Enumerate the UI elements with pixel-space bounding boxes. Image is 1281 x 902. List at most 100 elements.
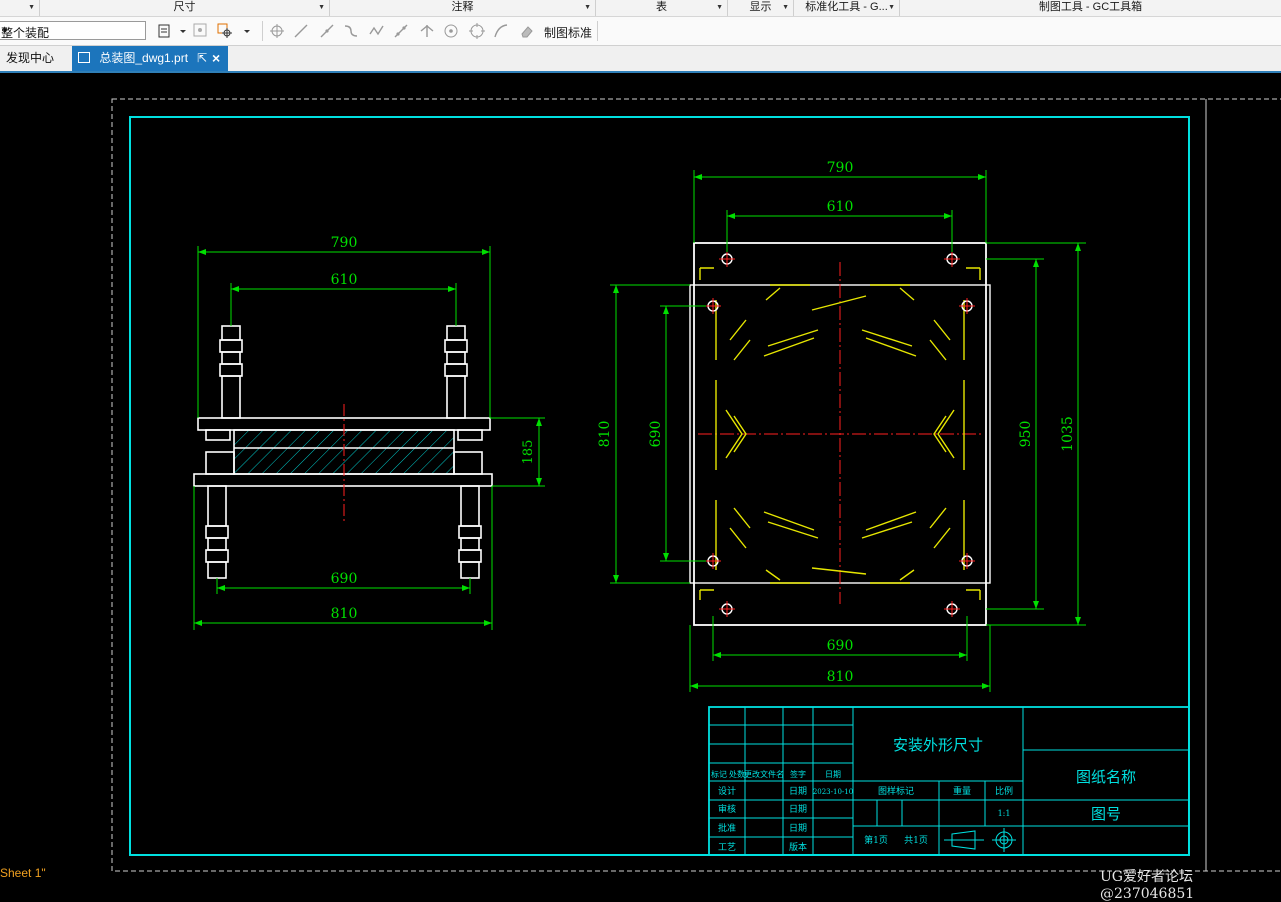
ribbon-group-annotation[interactable]: 注释 ▼ <box>330 0 596 16</box>
plan-view <box>689 242 991 626</box>
plan-dim-right-inner: 950 <box>1018 421 1034 448</box>
chevron-down-icon: ▼ <box>716 4 723 11</box>
plan-dim-left-outer: 810 <box>597 421 613 448</box>
stage-mark-label: 图样标记 <box>878 785 914 797</box>
ribbon-group-std-tools[interactable]: 标准化工具 - G... ▼ <box>794 0 900 16</box>
row-role: 批准 <box>718 822 736 834</box>
ribbon-group-label: 表 <box>656 1 667 13</box>
midpoint-snap-icon[interactable] <box>318 22 336 40</box>
chevron-down-icon[interactable] <box>174 22 186 40</box>
header-count: 处数 <box>729 769 745 779</box>
ribbon-group-label: 注释 <box>451 1 474 13</box>
part-file-icon <box>78 52 90 63</box>
plan-view-dimensions <box>610 170 1086 692</box>
upper-bolt-right <box>444 325 468 419</box>
ribbon-group-label: 显示 <box>749 1 772 13</box>
lower-bolt-left <box>205 485 229 579</box>
chevron-down-icon: ▼ <box>888 4 895 11</box>
plan-dim-top-outer: 790 <box>827 160 854 176</box>
projection-symbol <box>944 828 1016 852</box>
tab-label: 发现中心 <box>6 51 55 65</box>
plan-dim-right-outer: 1035 <box>1060 416 1076 452</box>
drawing-sheet: 790 610 185 690 810 790 610 810 690 950 … <box>111 98 1281 872</box>
row-date-label: 日期 <box>789 823 807 834</box>
row-date-label: 版本 <box>789 841 807 853</box>
title-block-headers: 标记 处数 更改文件名 签字 日期 <box>711 769 841 779</box>
quadrant-snap-icon[interactable] <box>468 22 486 40</box>
row-date-label: 日期 <box>789 786 807 797</box>
pop-out-icon[interactable]: ⇱ <box>197 46 207 70</box>
front-dim-bottom-inner: 690 <box>331 571 358 587</box>
point-filter-icon[interactable] <box>216 22 234 40</box>
curve-snap-icon[interactable] <box>342 22 360 40</box>
chevron-down-icon: ▼ <box>584 4 591 11</box>
title-block-drawing-name: 图纸名称 <box>1076 768 1136 786</box>
crosshair-snap-icon[interactable] <box>268 22 286 40</box>
close-icon[interactable]: × <box>212 46 220 70</box>
weight-label: 重量 <box>953 785 971 797</box>
ribbon-group-label: 制图工具 - GC工具箱 <box>1038 1 1143 13</box>
upper-bolt-left <box>219 325 243 419</box>
ribbon-group-bar: ▼ 尺寸 ▼ 注释 ▼ 表 ▼ 显示 ▼ 标准化工具 - G... ▼ 制图工具 - GC… <box>0 0 1281 17</box>
header-sign: 签字 <box>790 769 806 779</box>
center-snap-icon[interactable] <box>442 22 460 40</box>
ribbon-group-gc-toolbox[interactable]: 制图工具 - GC工具箱 <box>900 0 1281 16</box>
perpendicular-snap-icon[interactable] <box>418 22 436 40</box>
lower-bolt-right <box>458 485 482 579</box>
row-date-value: 2023-10-10 <box>813 788 853 796</box>
plan-dim-bottom-outer: 810 <box>827 669 854 685</box>
ribbon-group-label: 标准化工具 - G... <box>805 1 888 13</box>
sheet-boundary <box>111 98 1281 872</box>
forum-watermark: UG爱好者论坛@237046851 <box>1100 869 1195 902</box>
tab-assembly-drawing[interactable]: 总装图_dwg1.prt ⇱ × <box>72 46 228 71</box>
eraser-icon[interactable] <box>518 22 536 40</box>
row-role: 工艺 <box>718 842 736 853</box>
document-tab-bar: 发现中心 总装图_dwg1.prt ⇱ × <box>0 46 1281 73</box>
title-block-rows: 设计 日期 2023-10-10 审核 日期 批准 日期 工艺 版本 图样标记 … <box>718 785 1013 853</box>
row-role: 审核 <box>718 803 736 815</box>
drafting-standard-button[interactable]: 制图标准 <box>544 24 592 41</box>
row-date-label: 日期 <box>789 804 807 815</box>
selection-toolbar: 整个装配 ▼ 制图标准 <box>0 17 1281 46</box>
tab-label: 总装图_dwg1.prt <box>99 51 189 65</box>
line-snap-icon[interactable] <box>292 22 310 40</box>
plan-dim-left-inner: 690 <box>648 421 664 448</box>
ribbon-group-display[interactable]: 显示 ▼ <box>728 0 794 16</box>
plan-dim-bottom-inner: 690 <box>827 638 854 654</box>
snap-grid-icon[interactable] <box>192 22 210 40</box>
tangent-snap-icon[interactable] <box>392 22 410 40</box>
scale-label: 比例 <box>995 785 1013 797</box>
bottom-plate <box>193 473 493 487</box>
plan-dim-top-inner: 610 <box>827 199 854 215</box>
separator <box>597 21 598 41</box>
sheet-info: 第1页 <box>864 834 888 846</box>
chevron-down-icon[interactable] <box>238 22 250 40</box>
front-dim-height: 185 <box>521 440 536 465</box>
front-dim-top-inner: 610 <box>331 272 358 288</box>
point-on-curve-icon[interactable] <box>492 22 510 40</box>
tab-discovery-center[interactable]: 发现中心 <box>0 46 60 71</box>
title-block-title: 安装外形尺寸 <box>893 736 983 754</box>
chevron-down-icon: ▼ <box>318 4 325 11</box>
ribbon-group-left[interactable]: ▼ <box>0 0 40 16</box>
row-role: 设计 <box>718 785 736 797</box>
chevron-down-icon: ▼ <box>782 4 789 11</box>
selection-filter-dropdown[interactable]: 整个装配 ▼ <box>0 21 146 40</box>
ribbon-group-dimension[interactable]: 尺寸 ▼ <box>40 0 330 16</box>
header-change-file: 更改文件名 <box>744 769 784 779</box>
sheet-tab-label[interactable]: Sheet 1" <box>0 866 46 880</box>
spline-snap-icon[interactable] <box>368 22 386 40</box>
front-view <box>193 325 493 579</box>
title-block-drawing-no: 图号 <box>1091 805 1121 823</box>
header-date: 日期 <box>825 770 841 779</box>
scale-value: 1:1 <box>998 809 1011 818</box>
front-dim-top-outer: 790 <box>331 235 358 251</box>
select-layout-icon[interactable] <box>156 22 174 40</box>
chevron-down-icon: ▼ <box>28 4 35 11</box>
drawing-canvas[interactable]: 790 610 185 690 810 790 610 810 690 950 … <box>0 73 1281 889</box>
ribbon-group-label: 尺寸 <box>173 1 196 13</box>
ribbon-group-table[interactable]: 表 ▼ <box>596 0 728 16</box>
total-sheets: 共1页 <box>904 835 928 846</box>
separator <box>262 21 263 41</box>
header-mark: 标记 <box>711 769 727 779</box>
